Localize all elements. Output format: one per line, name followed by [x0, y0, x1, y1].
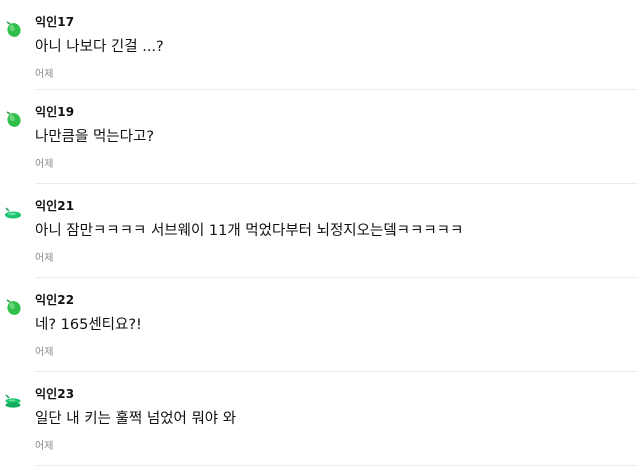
comment-list: 익인17 아니 나보다 긴걸 ...? 어제 익인19 나만큼을 먹는다고? 어…: [0, 0, 640, 472]
sprout-avatar-icon[interactable]: [3, 202, 23, 222]
stack-avatar-icon[interactable]: [3, 390, 23, 410]
comment-date: 어제: [35, 69, 54, 80]
comment-item: 익인23 일단 내 키는 훌쩍 넘었어 뭐야 와 어제: [5, 372, 638, 466]
leaf-avatar-icon[interactable]: [3, 296, 23, 316]
comment-text: 일단 내 키는 훌쩍 넘었어 뭐야 와: [35, 411, 237, 427]
comment-text: 네? 165센티요?!: [35, 317, 142, 333]
comment-text: 아니 잠만ㅋㅋㅋㅋ 서브웨이 11개 먹었다부터 뇌정지오는뎈ㅋㅋㅋㅋㅋ: [35, 223, 464, 239]
leaf-avatar-icon[interactable]: [3, 18, 23, 38]
comment-item: 익인22 네? 165센티요?! 어제: [6, 278, 638, 372]
comment-author[interactable]: 익인23: [35, 385, 74, 402]
comment-date: 어제: [35, 253, 54, 264]
comment-text: 나만큼을 먹는다고?: [35, 129, 155, 145]
comment-item: 익인19 나만큼을 먹는다고? 어제: [6, 90, 638, 184]
comment-author[interactable]: 익인17: [35, 13, 74, 30]
leaf-avatar-icon[interactable]: [3, 108, 23, 128]
comment-date: 어제: [35, 159, 54, 170]
comment-author[interactable]: 익인22: [35, 291, 74, 308]
comment-date: 어제: [35, 441, 54, 452]
comment-item: 익인17 아니 나보다 긴걸 ...? 어제: [6, 0, 638, 90]
comment-author[interactable]: 익인21: [35, 197, 74, 214]
comment-item: 익인21 아니 잠만ㅋㅋㅋㅋ 서브웨이 11개 먹었다부터 뇌정지오는뎈ㅋㅋㅋㅋ…: [5, 184, 638, 278]
comment-author[interactable]: 익인19: [35, 103, 74, 120]
comment-text: 아니 나보다 긴걸 ...?: [35, 39, 164, 55]
comment-date: 어제: [35, 347, 54, 358]
